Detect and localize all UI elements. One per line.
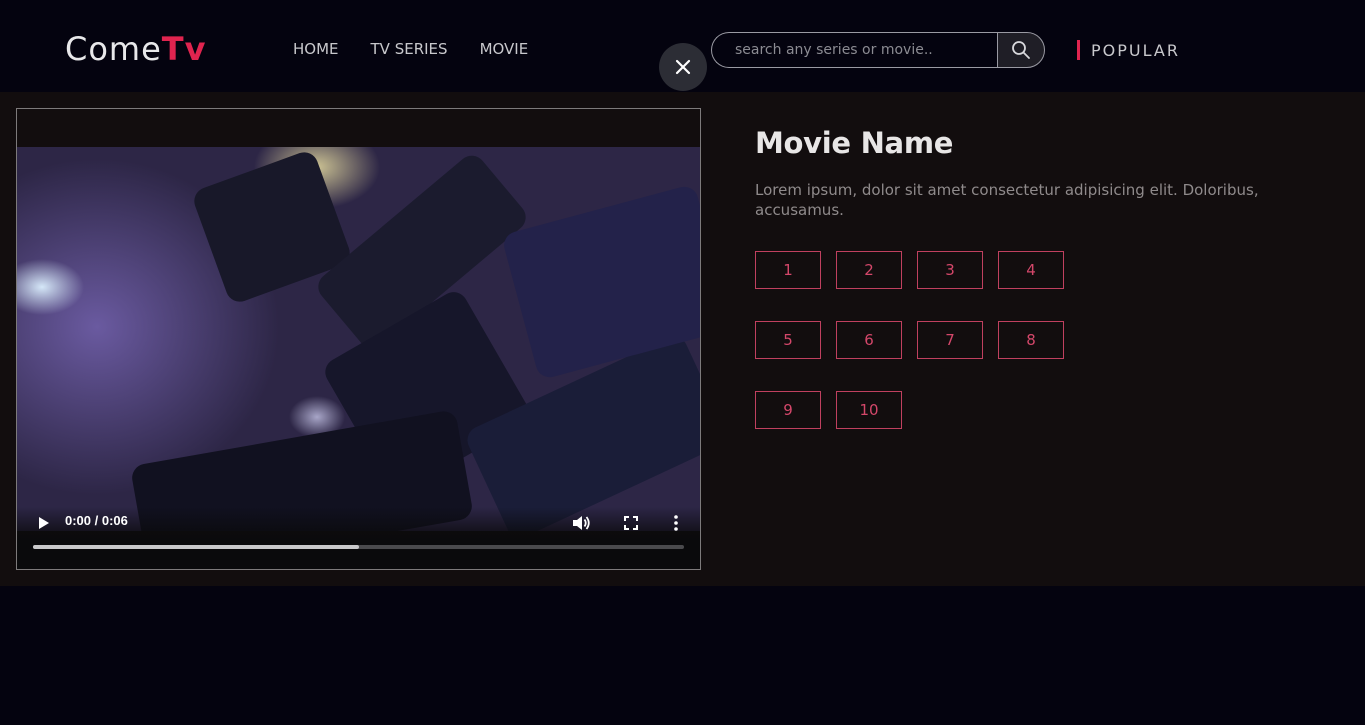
video-player[interactable]: 0:00 / 0:06 (16, 108, 701, 570)
more-options-icon[interactable] (668, 513, 684, 533)
logo-main-text: Come (65, 30, 162, 68)
popular-label: POPULAR (1091, 40, 1180, 60)
episode-button[interactable]: 3 (917, 251, 983, 289)
nav-movie-link[interactable]: MOVIE (480, 40, 529, 58)
episode-button[interactable]: 5 (755, 321, 821, 359)
close-modal-button[interactable] (659, 43, 707, 91)
episode-button[interactable]: 4 (998, 251, 1064, 289)
video-letterbox (17, 109, 700, 147)
nav-tv-series-link[interactable]: TV SERIES (371, 40, 448, 58)
video-progress-track[interactable] (33, 545, 684, 549)
fullscreen-icon[interactable] (621, 513, 641, 533)
search-icon (1012, 41, 1030, 59)
play-icon[interactable] (36, 516, 50, 530)
main-nav: HOME TV SERIES MOVIE (293, 40, 528, 58)
episode-button[interactable]: 7 (917, 321, 983, 359)
episode-button[interactable]: 9 (755, 391, 821, 429)
episode-button[interactable]: 2 (836, 251, 902, 289)
close-icon (675, 59, 691, 75)
volume-icon[interactable] (571, 513, 591, 533)
video-frame-image (17, 147, 700, 531)
search-button[interactable] (997, 32, 1045, 68)
movie-info: Movie Name Lorem ipsum, dolor sit amet c… (755, 126, 1315, 220)
episode-grid: 1 2 3 4 5 6 7 8 9 10 (755, 251, 1064, 429)
video-time: 0:00 / 0:06 (65, 513, 128, 528)
episode-button[interactable]: 8 (998, 321, 1064, 359)
popular-link[interactable]: POPULAR (1077, 40, 1180, 60)
episode-button[interactable]: 6 (836, 321, 902, 359)
video-progress-fill (33, 545, 359, 549)
movie-description: Lorem ipsum, dolor sit amet consectetur … (755, 181, 1259, 219)
popular-accent-bar (1077, 40, 1080, 60)
logo-accent-text: Tv (161, 30, 207, 68)
search-input[interactable] (711, 32, 998, 68)
episode-button[interactable]: 1 (755, 251, 821, 289)
nav-home-link[interactable]: HOME (293, 40, 339, 58)
site-logo[interactable]: ComeTv (65, 30, 206, 68)
episode-button[interactable]: 10 (836, 391, 902, 429)
search-bar (711, 32, 1045, 68)
movie-title: Movie Name (755, 126, 954, 160)
